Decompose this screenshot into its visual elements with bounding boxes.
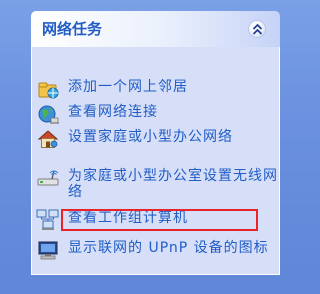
task-setup-wireless-network[interactable]: 为家庭或小型办公室设置无线网络: [36, 166, 278, 206]
wireless-setup-icon: [37, 170, 59, 186]
task-add-network-place[interactable]: 添加一个网上邻居: [36, 77, 276, 101]
double-chevron-up-icon: [252, 23, 263, 35]
workgroup-computers-icon: [36, 209, 59, 230]
panel-header[interactable]: 网络任务: [31, 11, 280, 47]
task-show-upnp-devices[interactable]: 显示联网的 UPnP 设备的图标: [36, 238, 276, 278]
home-network-setup-icon: [37, 130, 59, 148]
task-label: 为家庭或小型办公室设置无线网络: [68, 168, 278, 200]
task-label: 显示联网的 UPnP 设备的图标: [68, 240, 269, 256]
task-label: 添加一个网上邻居: [68, 79, 188, 95]
task-label: 设置家庭或小型办公网络: [68, 129, 233, 145]
network-tasks-panel: 网络任务 添加一个网上邻居 查看网络连接 设置家庭或小型办公网络 为家庭或小型办…: [31, 11, 280, 275]
task-view-network-connections[interactable]: 查看网络连接: [36, 102, 276, 126]
task-setup-home-network[interactable]: 设置家庭或小型办公网络: [36, 127, 276, 167]
panel-title: 网络任务: [42, 20, 103, 38]
task-view-workgroup-computers[interactable]: 查看工作组计算机: [36, 208, 276, 232]
network-connections-icon: [38, 105, 59, 124]
panel-body: 添加一个网上邻居 查看网络连接 设置家庭或小型办公网络 为家庭或小型办公室设置无…: [31, 47, 280, 275]
add-network-place-icon: [38, 82, 59, 99]
task-label: 查看网络连接: [68, 104, 158, 120]
upnp-devices-icon: [38, 241, 58, 260]
collapse-button[interactable]: [248, 20, 266, 38]
task-label: 查看工作组计算机: [68, 210, 188, 226]
